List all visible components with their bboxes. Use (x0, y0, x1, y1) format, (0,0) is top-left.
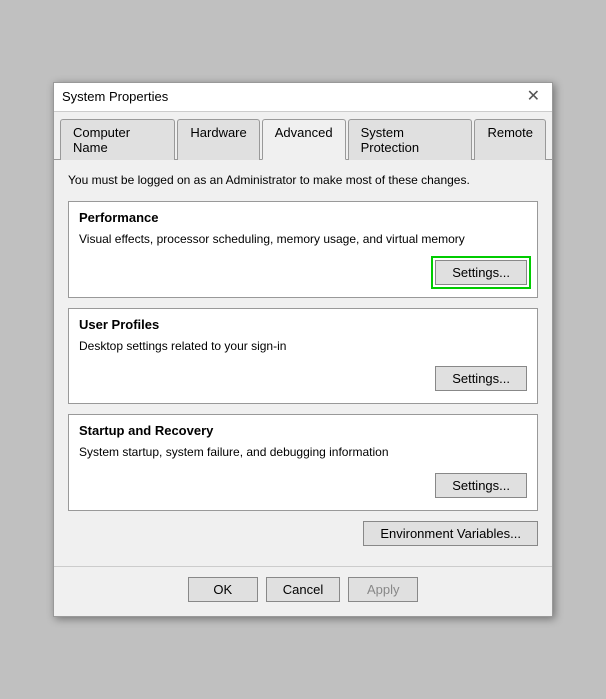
footer-buttons: OK Cancel Apply (54, 566, 552, 616)
user-profiles-settings-button[interactable]: Settings... (435, 366, 527, 391)
tab-remote[interactable]: Remote (474, 119, 546, 160)
apply-button[interactable]: Apply (348, 577, 418, 602)
performance-title: Performance (79, 210, 527, 225)
startup-recovery-section: Startup and Recovery System startup, sys… (68, 414, 538, 511)
close-button[interactable]: ✕ (523, 89, 544, 105)
performance-desc: Visual effects, processor scheduling, me… (79, 231, 527, 248)
window-title: System Properties (62, 89, 168, 104)
startup-recovery-title: Startup and Recovery (79, 423, 527, 438)
tab-computer-name[interactable]: Computer Name (60, 119, 175, 160)
tab-hardware[interactable]: Hardware (177, 119, 259, 160)
tab-advanced[interactable]: Advanced (262, 119, 346, 160)
environment-variables-row: Environment Variables... (68, 521, 538, 546)
tab-bar: Computer Name Hardware Advanced System P… (54, 112, 552, 160)
admin-notice: You must be logged on as an Administrato… (68, 172, 538, 189)
startup-recovery-settings-button[interactable]: Settings... (435, 473, 527, 498)
environment-variables-button[interactable]: Environment Variables... (363, 521, 538, 546)
system-properties-window: System Properties ✕ Computer Name Hardwa… (53, 82, 553, 617)
ok-button[interactable]: OK (188, 577, 258, 602)
title-bar: System Properties ✕ (54, 83, 552, 112)
performance-section: Performance Visual effects, processor sc… (68, 201, 538, 298)
user-profiles-btn-row: Settings... (79, 366, 527, 391)
performance-settings-button[interactable]: Settings... (435, 260, 527, 285)
user-profiles-desc: Desktop settings related to your sign-in (79, 338, 527, 355)
tab-system-protection[interactable]: System Protection (348, 119, 473, 160)
startup-recovery-desc: System startup, system failure, and debu… (79, 444, 527, 461)
user-profiles-title: User Profiles (79, 317, 527, 332)
tab-content: You must be logged on as an Administrato… (54, 160, 552, 566)
performance-btn-row: Settings... (79, 260, 527, 285)
user-profiles-section: User Profiles Desktop settings related t… (68, 308, 538, 405)
startup-recovery-btn-row: Settings... (79, 473, 527, 498)
cancel-button[interactable]: Cancel (266, 577, 340, 602)
